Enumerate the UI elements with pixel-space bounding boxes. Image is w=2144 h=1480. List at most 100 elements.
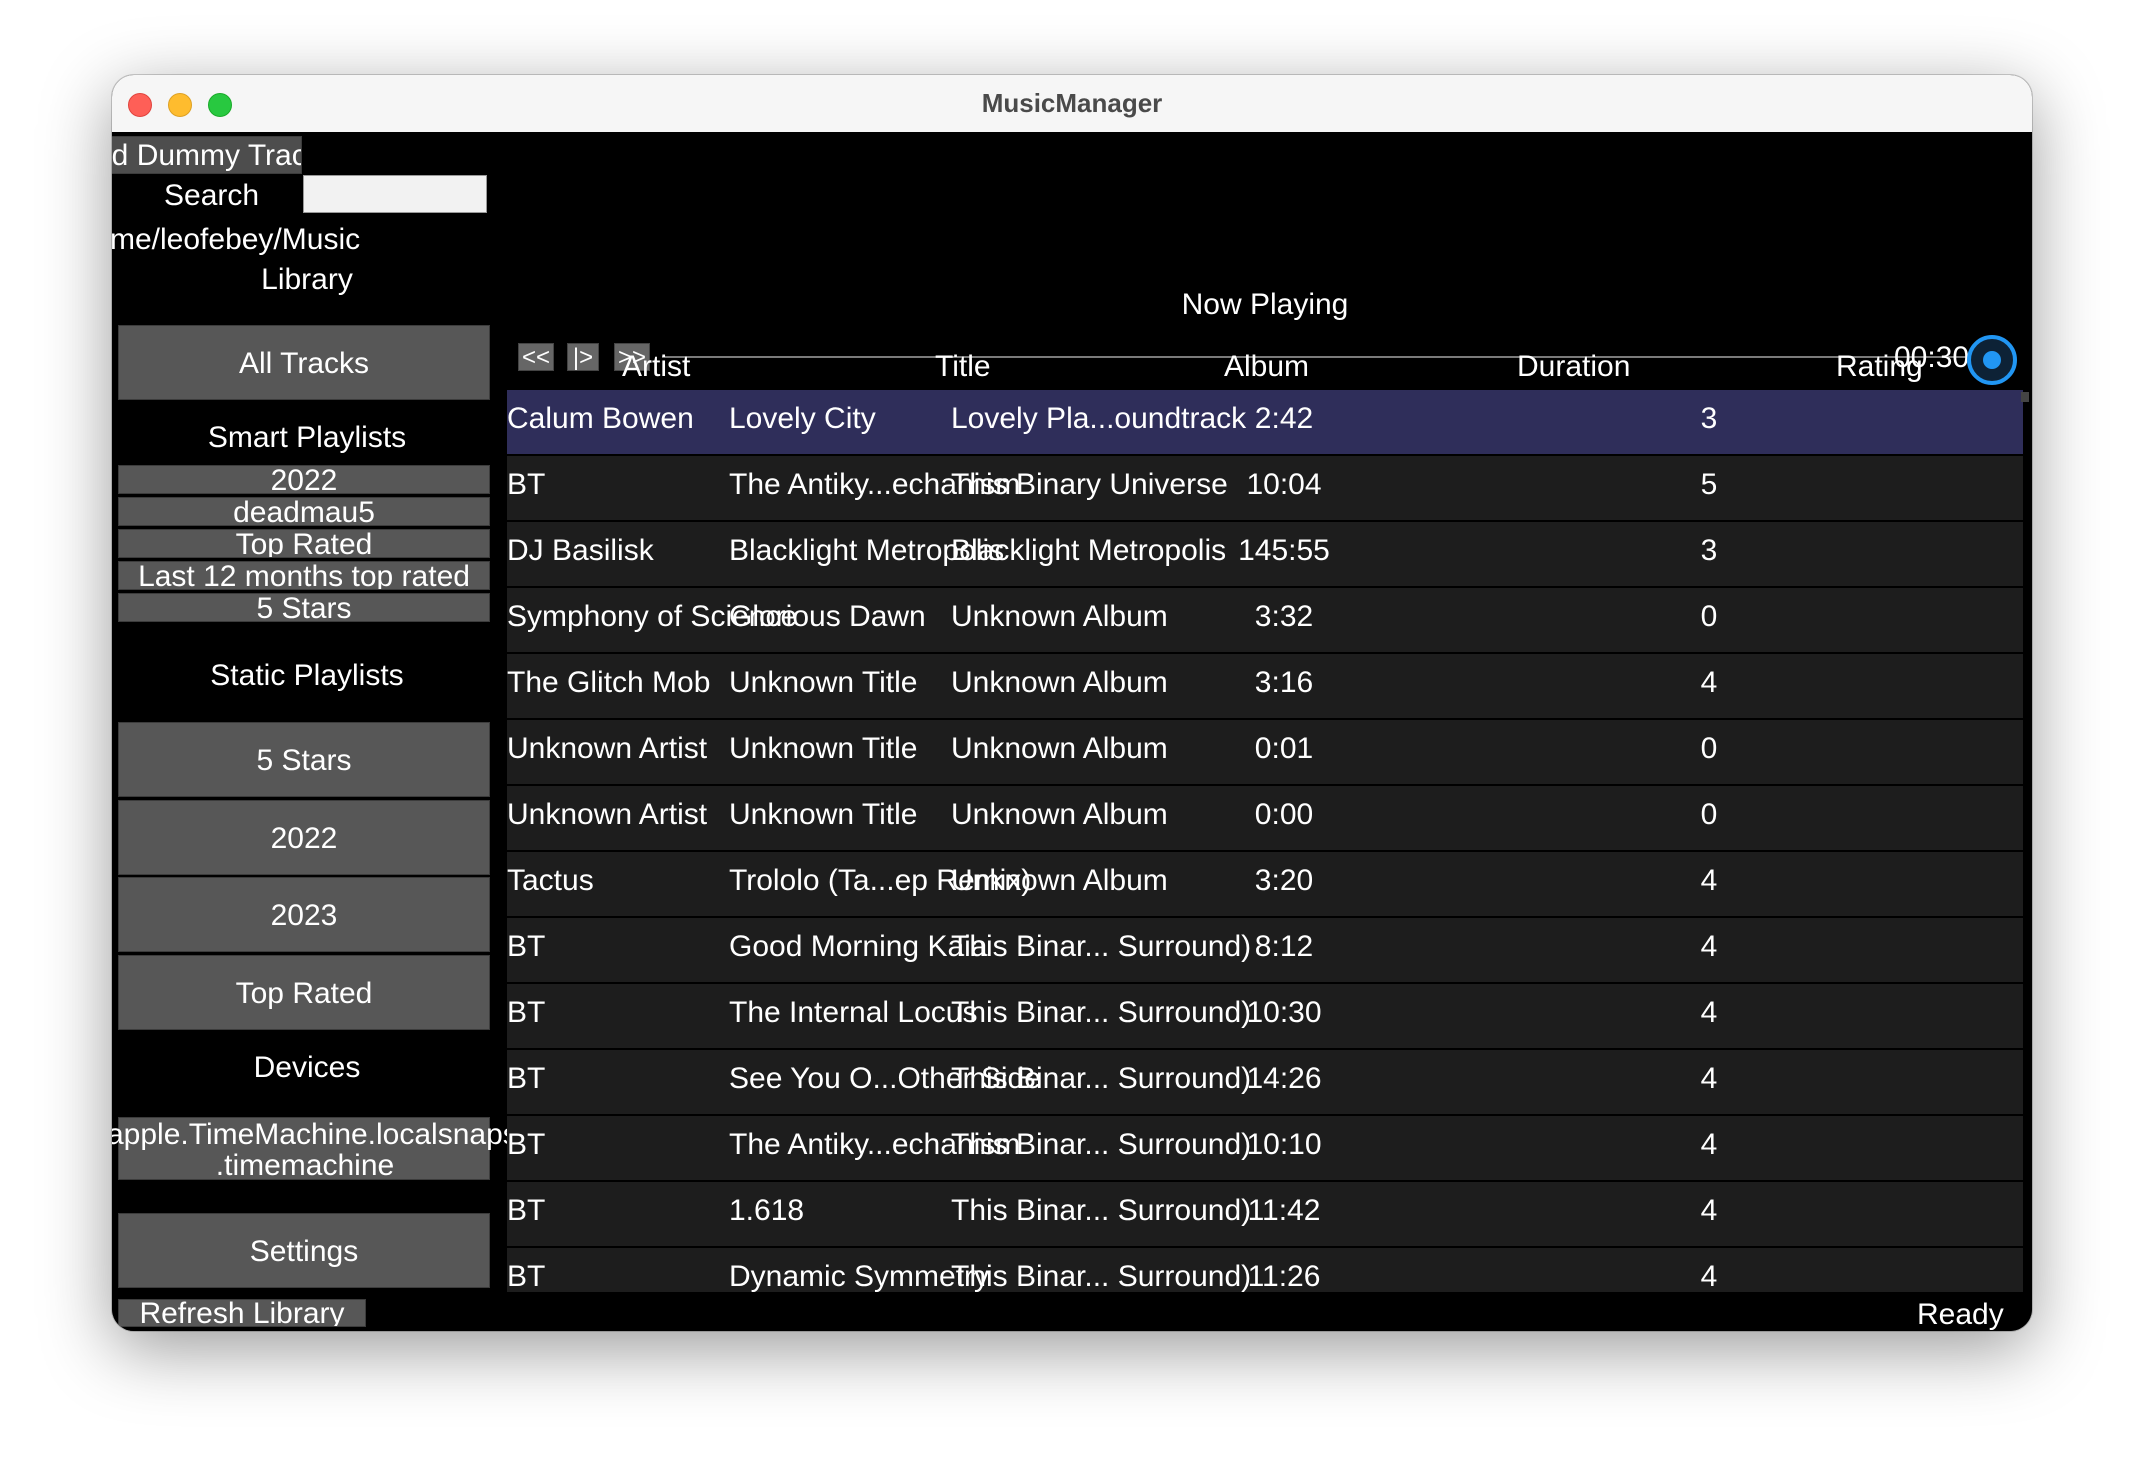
cell-duration: 0:01	[1254, 732, 1314, 765]
static-playlist-2022[interactable]: 2022	[118, 800, 490, 875]
track-table: Calum Bowen Lovely City Lovely Pla...oundt…	[507, 390, 2023, 1292]
load-dummy-tracks-button[interactable]: ad Dummy Tracks	[112, 136, 302, 174]
table-scrollbar[interactable]	[2021, 392, 2029, 402]
cell-rating: 0	[1700, 798, 1718, 831]
cell-album: Unknown Album	[951, 600, 1168, 633]
cell-duration: 8:12	[1254, 930, 1314, 963]
table-row[interactable]: BT The Antiky...echanism This Binary Unive…	[507, 456, 2023, 520]
sidebar: ad Dummy Tracks Search me/leofebey/Music…	[112, 132, 518, 1331]
table-row[interactable]: BT Dynamic Symmetry This Binar... Surround…	[507, 1248, 2023, 1292]
cell-rating: 4	[1700, 930, 1718, 963]
cell-title: The Internal Locus	[729, 996, 978, 1029]
smart-playlist-top-rated[interactable]: Top Rated	[118, 529, 490, 558]
cell-duration: 10:30	[1246, 996, 1322, 1029]
window-title: MusicManager	[981, 88, 1163, 118]
cell-rating: 4	[1700, 1260, 1718, 1292]
table-row[interactable]: BT See You O...Other Side This Binar... Su…	[507, 1050, 2023, 1114]
column-header-album[interactable]: Album	[1224, 350, 1309, 384]
column-header-title[interactable]: Title	[935, 350, 991, 384]
table-row-selected[interactable]: Calum Bowen Lovely City Lovely Pla...oundt…	[507, 390, 2023, 454]
table-row[interactable]: Tactus Trololo (Ta...ep Remix) Unknown Alb…	[507, 852, 2023, 916]
column-header-rating[interactable]: Rating	[1836, 350, 1923, 384]
search-label: Search	[164, 179, 260, 212]
cell-artist: The Glitch Mob	[507, 666, 711, 699]
cell-title: Good Morning Kaia	[729, 930, 988, 963]
cell-rating: 4	[1700, 864, 1718, 897]
cell-artist: Calum Bowen	[507, 402, 694, 435]
table-row[interactable]: DJ Basilisk Blacklight Metropolis Blacklig…	[507, 522, 2023, 586]
table-row[interactable]: The Glitch Mob Unknown Title Unknown Album…	[507, 654, 2023, 718]
cell-duration: 145:55	[1238, 534, 1330, 567]
table-row[interactable]: BT Good Morning Kaia This Binar... Surroun…	[507, 918, 2023, 982]
cell-rating: 0	[1700, 732, 1718, 765]
devices-heading: Devices	[253, 1051, 361, 1084]
column-header-artist[interactable]: Artist	[622, 350, 690, 384]
cell-title: Unknown Title	[729, 732, 918, 765]
table-row[interactable]: BT 1.618 This Binar... Surround) 11:42 4	[507, 1182, 2023, 1246]
table-row[interactable]: Unknown Artist Unknown Title Unknown Album…	[507, 720, 2023, 784]
cell-artist: BT	[507, 468, 546, 501]
cell-rating: 4	[1700, 1128, 1718, 1161]
static-playlist-2023[interactable]: 2023	[118, 877, 490, 952]
refresh-library-button[interactable]: Refresh Library	[118, 1299, 366, 1327]
cell-rating: 3	[1700, 402, 1718, 435]
cell-duration: 0:00	[1254, 798, 1314, 831]
cell-title: Unknown Title	[729, 798, 918, 831]
cell-artist: BT	[507, 1260, 546, 1292]
smart-playlist-2022[interactable]: 2022	[118, 465, 490, 494]
all-tracks-button[interactable]: All Tracks	[118, 325, 490, 400]
cell-artist: BT	[507, 996, 546, 1029]
cell-album: Unknown Album	[951, 732, 1168, 765]
static-playlist-top-rated[interactable]: Top Rated	[118, 955, 490, 1030]
cell-duration: 10:10	[1246, 1128, 1322, 1161]
smart-playlist-last-12-months[interactable]: Last 12 months top rated	[118, 561, 490, 590]
table-row[interactable]: Unknown Artist Unknown Title Unknown Album…	[507, 786, 2023, 850]
cell-duration: 3:32	[1254, 600, 1314, 633]
static-playlist-5-stars[interactable]: 5 Stars	[118, 722, 490, 797]
library-path: me/leofebey/Music	[112, 223, 361, 256]
main-content: ad Dummy Tracks Search me/leofebey/Music…	[112, 132, 2032, 1331]
now-playing-label: Now Playing	[1181, 288, 1349, 321]
cell-duration: 14:26	[1246, 1062, 1322, 1095]
cell-artist: BT	[507, 930, 546, 963]
cell-artist: Unknown Artist	[507, 798, 708, 831]
cell-title: Lovely City	[729, 402, 876, 435]
cell-artist: BT	[507, 1062, 546, 1095]
cell-artist: DJ Basilisk	[507, 534, 654, 567]
cell-duration: 3:16	[1254, 666, 1314, 699]
status-text: Ready	[1917, 1298, 2004, 1331]
title-bar: MusicManager	[112, 75, 2032, 133]
cell-artist: BT	[507, 1128, 546, 1161]
device-timemachine-button[interactable]: apple.TimeMachine.localsnaps .timemachin…	[112, 1117, 518, 1181]
search-input[interactable]	[303, 175, 487, 213]
smart-playlist-deadmau5[interactable]: deadmau5	[118, 497, 490, 526]
library-heading: Library	[261, 263, 353, 296]
cell-title: 1.618	[729, 1194, 805, 1227]
cell-title: Unknown Title	[729, 666, 918, 699]
cell-duration: 3:20	[1254, 864, 1314, 897]
track-table-header: Artist Title Album Duration Rating	[507, 350, 2023, 390]
cell-album: Unknown Album	[951, 666, 1168, 699]
smart-playlists-heading: Smart Playlists	[207, 421, 407, 454]
cell-rating: 4	[1700, 996, 1718, 1029]
cell-artist: Tactus	[507, 864, 594, 897]
cell-album: Unknown Album	[951, 864, 1168, 897]
cell-rating: 4	[1700, 666, 1718, 699]
app-window: MusicManager ad Dummy Tracks Search me/l…	[112, 75, 2032, 1331]
cell-rating: 4	[1700, 1062, 1718, 1095]
cell-rating: 0	[1700, 600, 1718, 633]
cell-artist: Unknown Artist	[507, 732, 708, 765]
table-row[interactable]: BT The Internal Locus This Binar... Surrou…	[507, 984, 2023, 1048]
cell-duration: 11:42	[1247, 1194, 1321, 1227]
column-header-duration[interactable]: Duration	[1517, 350, 1630, 384]
cell-rating: 3	[1700, 534, 1718, 567]
cell-duration: 2:42	[1254, 402, 1314, 435]
table-row[interactable]: Symphony of Science Glorious Dawn Unknown …	[507, 588, 2023, 652]
cell-artist: BT	[507, 1194, 546, 1227]
cell-rating: 5	[1700, 468, 1718, 501]
table-row[interactable]: BT The Antiky...echanism This Binar... Sur…	[507, 1116, 2023, 1180]
device-name-line1: apple.TimeMachine.localsnaps	[112, 1118, 518, 1151]
settings-button[interactable]: Settings	[118, 1213, 490, 1288]
smart-playlist-5-stars[interactable]: 5 Stars	[118, 593, 490, 622]
static-playlists-heading: Static Playlists	[210, 659, 404, 692]
